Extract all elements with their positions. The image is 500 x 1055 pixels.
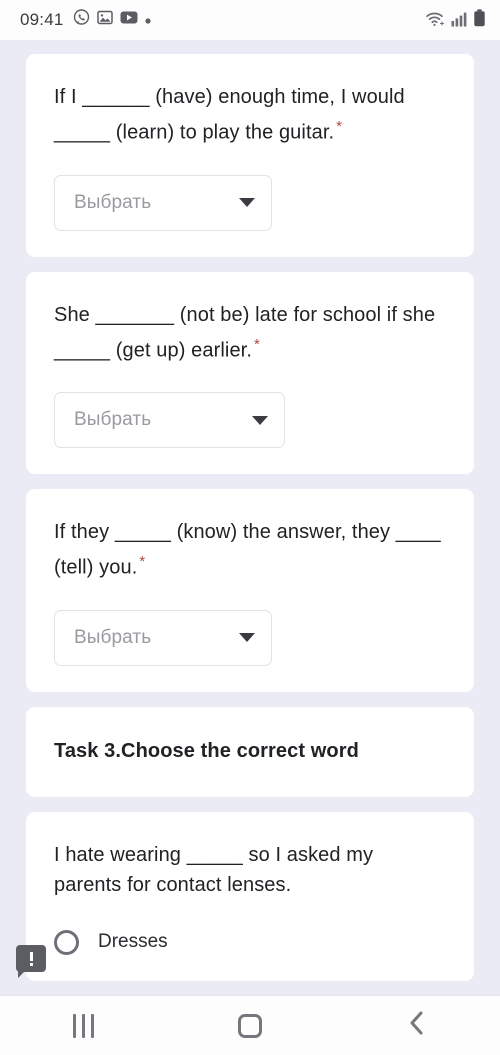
dot-icon: [144, 11, 151, 29]
required-asterisk: *: [253, 335, 260, 353]
question-text: If they _____ (know) the answer, they __…: [54, 521, 441, 579]
status-bar: 09:41: [0, 0, 500, 40]
radio-option-label: Dresses: [98, 931, 168, 953]
question-text: If I ______ (have) enough time, I would …: [54, 86, 405, 144]
question-text: She _______ (not be) late for school if …: [54, 303, 436, 362]
dropdown-placeholder: Выбрать: [74, 409, 152, 431]
question-card: If I ______ (have) enough time, I would …: [26, 54, 474, 257]
home-button[interactable]: [167, 1013, 334, 1038]
whatsapp-icon: [73, 9, 90, 31]
cellular-signal-icon: [451, 11, 468, 32]
radio-button[interactable]: [54, 929, 79, 955]
form-content[interactable]: If I ______ (have) enough time, I would …: [0, 40, 500, 995]
dropdown-placeholder: Выбрать: [74, 626, 152, 648]
wifi-icon: [425, 10, 446, 32]
chevron-down-icon: [239, 198, 255, 208]
system-navigation-bar: [0, 995, 500, 1055]
phone-screen: 09:41 If I ______ (have) enough time, I …: [0, 0, 500, 1055]
section-title: Task 3.Choose the correct word: [54, 739, 359, 762]
back-chevron-icon: [407, 1009, 427, 1042]
section-header-card: Task 3.Choose the correct word: [26, 706, 474, 797]
question-card: If they _____ (know) the answer, they __…: [26, 489, 474, 692]
recents-button[interactable]: [0, 1013, 167, 1038]
dropdown-placeholder: Выбрать: [74, 191, 152, 213]
chevron-down-icon: [239, 633, 255, 643]
gallery-icon: [96, 10, 113, 30]
home-icon: [238, 1013, 262, 1038]
status-bar-clock: 09:41: [20, 10, 64, 29]
chevron-down-icon: [252, 415, 268, 425]
status-bar-system-icons: [425, 8, 486, 32]
required-asterisk: *: [336, 118, 343, 135]
choice-question-card: I hate wearing _____ so I asked my paren…: [26, 811, 474, 981]
required-asterisk: *: [139, 553, 146, 571]
battery-icon: [473, 8, 486, 32]
answer-dropdown[interactable]: Выбрать: [54, 392, 285, 449]
recents-icon: [72, 1013, 94, 1038]
status-bar-notification-icons: [73, 9, 151, 31]
answer-dropdown[interactable]: Выбрать: [54, 174, 272, 231]
answer-dropdown[interactable]: Выбрать: [54, 609, 272, 666]
exclamation-glyph: [29, 951, 33, 966]
youtube-icon: [120, 11, 138, 29]
chat-alert-icon[interactable]: [16, 945, 46, 978]
question-text: I hate wearing _____ so I asked my paren…: [54, 843, 374, 896]
back-button[interactable]: [333, 1009, 500, 1042]
radio-option-row[interactable]: Dresses: [54, 929, 446, 955]
question-card: She _______ (not be) late for school if …: [26, 271, 474, 475]
